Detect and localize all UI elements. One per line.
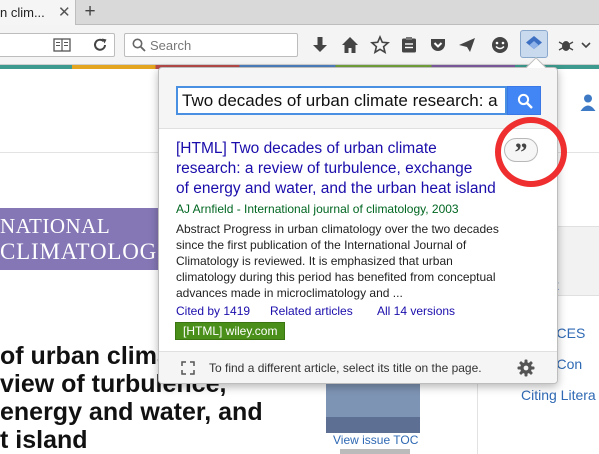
expand-icon[interactable]: [181, 361, 195, 375]
home-icon[interactable]: [340, 35, 360, 55]
snippet-line: advances made in microclimatology and ..…: [176, 286, 403, 300]
snippet-line: Climatology is reviewed. It is emphasize…: [176, 254, 453, 268]
view-issue-toc-link[interactable]: View issue TOC: [333, 433, 418, 447]
snippet-line: climatology during this period has benef…: [176, 270, 496, 284]
result-snippet: Abstract Progress in urban climatology o…: [176, 221, 536, 301]
article-title-line: energy and water, and: [0, 398, 263, 426]
pocket-icon[interactable]: [428, 35, 448, 55]
send-icon[interactable]: [457, 35, 477, 55]
smiley-icon[interactable]: [490, 35, 510, 55]
search-icon: [132, 38, 146, 52]
all-versions-link[interactable]: All 14 versions: [377, 304, 455, 318]
bookmark-star-icon[interactable]: [370, 35, 390, 55]
user-icon[interactable]: [579, 93, 597, 111]
download-icon[interactable]: [310, 35, 330, 55]
snippet-line: Abstract Progress in urban climatology o…: [176, 222, 499, 236]
scholar-query-input[interactable]: [176, 86, 507, 115]
banner-line-1: NATIONAL: [0, 214, 111, 238]
clipboard-icon[interactable]: [399, 35, 419, 55]
reload-icon[interactable]: [92, 37, 108, 53]
bug-extension-icon[interactable]: [556, 35, 576, 55]
scholar-extension-button[interactable]: [520, 30, 548, 58]
highlight-circle-annotation: [495, 117, 567, 187]
banner-line-2: CLIMATOLOG: [0, 239, 158, 264]
result-title-line: of energy and water, and the urban heat …: [176, 180, 496, 197]
snippet-line: since the first publication of the Inter…: [176, 238, 467, 252]
chevron-down-icon[interactable]: [580, 35, 592, 55]
scholar-extension-icon: [526, 36, 542, 49]
scholar-search-button[interactable]: [507, 86, 541, 115]
footer-hint-text: To find a different article, select its …: [209, 361, 482, 375]
search-icon: [517, 93, 533, 109]
tab-title: n clim...: [0, 5, 45, 20]
tab-strip: n clim... ✕ +: [0, 0, 599, 25]
cited-by-link[interactable]: Cited by 1419: [176, 304, 250, 318]
scholar-popup: [HTML] Two decades of urban climate rese…: [158, 57, 558, 384]
cut-off-text: [340, 449, 410, 454]
new-tab-button[interactable]: +: [80, 1, 100, 23]
browser-tab[interactable]: n clim... ✕: [0, 0, 76, 25]
browser-toolbar: Search: [0, 25, 599, 65]
search-bar[interactable]: Search: [124, 33, 298, 57]
popup-footer: To find a different article, select its …: [159, 351, 557, 383]
article-title-line: t island: [0, 426, 88, 454]
popup-search-header: [159, 68, 557, 129]
journal-cover-image[interactable]: [326, 379, 420, 433]
sidebar-link-citing-literature[interactable]: Citing Litera: [521, 387, 596, 403]
reader-view-icon[interactable]: [53, 38, 71, 52]
search-placeholder: Search: [150, 38, 192, 53]
fulltext-html-link[interactable]: [HTML] wiley.com: [175, 322, 286, 340]
close-tab-icon[interactable]: ✕: [58, 3, 71, 21]
url-bar[interactable]: [0, 33, 115, 57]
related-articles-link[interactable]: Related articles: [270, 304, 353, 318]
cover-band: [326, 417, 420, 433]
gear-icon[interactable]: [517, 359, 535, 377]
result-title-line: research: a review of turbulence, exchan…: [176, 160, 473, 177]
result-title-line: [HTML] Two decades of urban climate: [176, 140, 437, 157]
result-authors: AJ Arnfield - International journal of c…: [176, 202, 459, 216]
result-title-link[interactable]: [HTML] Two decades of urban climate rese…: [176, 139, 506, 199]
